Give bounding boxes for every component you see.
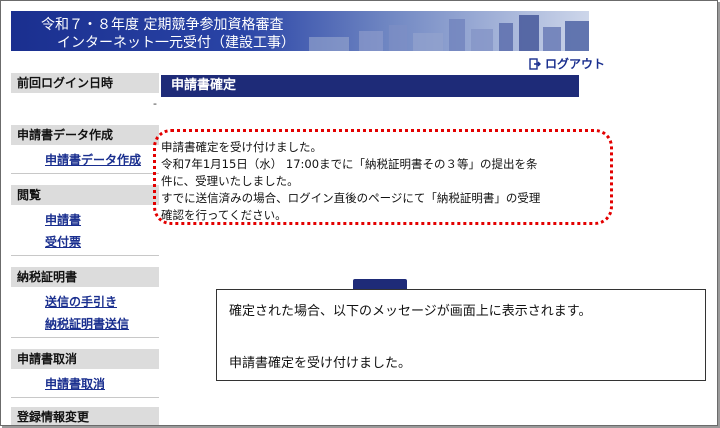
message-line-2: 令和7年1月15日（水） 17:00までに「納税証明書その３等」の提出を条 bbox=[161, 157, 538, 171]
callout-line-1: 確定された場合、以下のメッセージが画面上に表示されます。 bbox=[229, 304, 592, 319]
sidebar-divider bbox=[11, 337, 159, 338]
sidebar-heading-create: 申請書データ作成 bbox=[11, 125, 159, 145]
sidebar-heading-last-login: 前回ログイン日時 bbox=[11, 73, 159, 93]
callout-line-2: 申請書確定を受け付けました。 bbox=[229, 356, 412, 371]
explanation-callout: 確定された場合、以下のメッセージが画面上に表示されます。 申請書確定を受け付けま… bbox=[216, 289, 706, 381]
city-skyline-image bbox=[309, 15, 589, 51]
sidebar-item-cancel-application[interactable]: 申請書取消 bbox=[45, 375, 105, 392]
logout-icon bbox=[529, 57, 541, 70]
logout-label: ログアウト bbox=[545, 57, 606, 71]
message-line-3: 件に、受理いたしました。 bbox=[161, 174, 299, 188]
sidebar-heading-tax: 納税証明書 bbox=[11, 267, 159, 287]
sidebar-item-application[interactable]: 申請書 bbox=[45, 211, 81, 228]
message-line-5: 確認を行ってください。 bbox=[161, 208, 287, 222]
sidebar-divider bbox=[11, 255, 159, 256]
sidebar-heading-cancel: 申請書取消 bbox=[11, 349, 159, 369]
screenshot-frame: 令和７・８年度 定期競争参加資格審査 インターネット一元受付（建設工事） ログア… bbox=[0, 0, 718, 426]
last-login-value: - bbox=[153, 97, 157, 110]
header-title-line2: インターネット一元受付（建設工事） bbox=[57, 35, 295, 51]
header-banner: 令和７・８年度 定期競争参加資格審査 インターネット一元受付（建設工事） bbox=[11, 11, 589, 51]
sidebar-divider bbox=[11, 397, 159, 398]
sidebar-item-send-guide[interactable]: 送信の手引き bbox=[45, 293, 117, 310]
header-title-line1: 令和７・８年度 定期競争参加資格審査 bbox=[41, 17, 284, 33]
logout-link[interactable]: ログアウト bbox=[529, 55, 605, 72]
sidebar-heading-change-info: 登録情報変更 bbox=[11, 407, 159, 425]
sidebar-item-send-tax-certificate[interactable]: 納税証明書送信 bbox=[45, 315, 129, 332]
message-line-4: すでに送信済みの場合、ログイン直後のページにて「納税証明書」の受理 bbox=[161, 191, 541, 205]
sidebar-item-receipt[interactable]: 受付票 bbox=[45, 233, 81, 250]
sidebar-heading-view: 閲覧 bbox=[11, 185, 159, 205]
sidebar-item-create-application[interactable]: 申請書データ作成 bbox=[45, 151, 141, 168]
sidebar-divider bbox=[11, 173, 159, 174]
page-title: 申請書確定 bbox=[161, 75, 579, 97]
message-line-1: 申請書確定を受け付けました。 bbox=[161, 140, 322, 154]
